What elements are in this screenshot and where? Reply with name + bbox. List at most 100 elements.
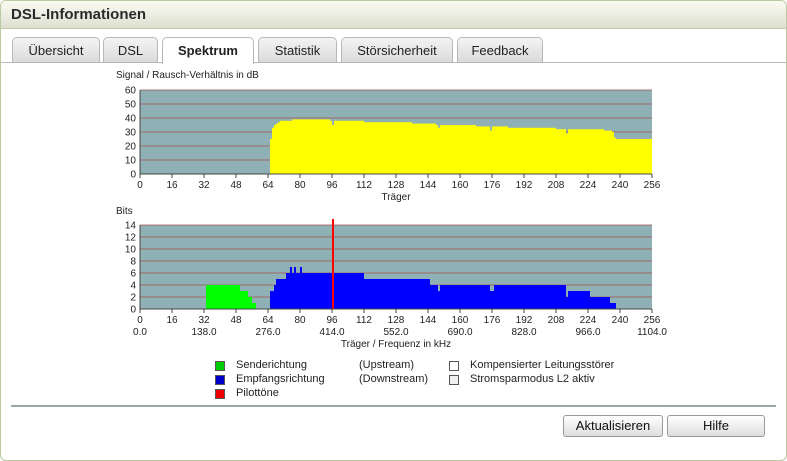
bits-downstream-bar	[368, 279, 370, 309]
bits-downstream-bar	[358, 273, 360, 309]
tab-feedback[interactable]: Feedback	[457, 37, 543, 62]
bits-downstream-bar	[300, 267, 302, 309]
tab-uebersicht[interactable]: Übersicht	[12, 37, 100, 62]
snr-bar	[568, 129, 570, 174]
snr-bar	[430, 123, 432, 174]
snr-bar	[642, 139, 644, 174]
bits-downstream-bar	[594, 297, 596, 309]
snr-bar	[318, 119, 320, 174]
tab-statistik[interactable]: Statistik	[258, 37, 337, 62]
bits-upstream-bar	[216, 285, 218, 309]
snr-bar	[596, 129, 598, 174]
bits-downstream-bar	[404, 279, 406, 309]
snr-bar	[370, 122, 372, 174]
bits-downstream-bar	[496, 285, 498, 309]
bits-x-tick-label: 160	[452, 315, 469, 326]
snr-bar	[548, 127, 550, 174]
bits-downstream-bar	[614, 303, 616, 309]
snr-bar	[484, 126, 486, 174]
bits-downstream-bar	[394, 279, 396, 309]
snr-bar	[332, 125, 334, 174]
bits-downstream-bar	[484, 285, 486, 309]
snr-bar	[482, 126, 484, 174]
bits-downstream-bar	[392, 279, 394, 309]
bits-downstream-bar	[306, 273, 308, 309]
snr-bar	[540, 127, 542, 174]
bits-downstream-bar	[572, 291, 574, 309]
bits-downstream-bar	[348, 273, 350, 309]
snr-x-tick-label: 96	[326, 180, 338, 191]
bits-downstream-bar	[338, 273, 340, 309]
snr-bar	[440, 125, 442, 174]
snr-bar	[328, 119, 330, 174]
tab-dsl[interactable]: DSL	[103, 37, 158, 62]
bits-downstream-bar	[528, 285, 530, 309]
bits-y-tick-label: 4	[130, 281, 136, 292]
bits-downstream-bar	[336, 273, 338, 309]
bits-downstream-bar	[524, 285, 526, 309]
refresh-button[interactable]: Aktualisieren	[563, 415, 663, 437]
snr-x-tick-label: 128	[388, 180, 405, 191]
bits-downstream-bar	[330, 273, 332, 309]
snr-y-tick-label: 30	[125, 128, 137, 139]
bits-x-tick-label: 128	[388, 315, 405, 326]
snr-bar	[270, 139, 272, 174]
snr-bar	[322, 119, 324, 174]
bits-downstream-bar	[436, 285, 438, 309]
bits-downstream-bar	[308, 273, 310, 309]
snr-bar	[302, 119, 304, 174]
snr-bar	[290, 120, 292, 174]
snr-bar	[316, 119, 318, 174]
bits-downstream-bar	[574, 291, 576, 309]
snr-x-tick-label: 160	[452, 180, 469, 191]
snr-x-tick-label: 224	[580, 180, 597, 191]
tab-spektrum[interactable]: Spektrum	[162, 37, 254, 64]
bits-downstream-bar	[298, 273, 300, 309]
snr-bar	[460, 125, 462, 174]
bits-downstream-bar	[276, 279, 278, 309]
bits-downstream-bar	[388, 279, 390, 309]
snr-bar	[346, 120, 348, 174]
bits-upstream-bar	[248, 297, 250, 309]
bits-downstream-bar	[464, 285, 466, 309]
bits-downstream-bar	[344, 273, 346, 309]
snr-bar	[526, 127, 528, 174]
snr-bar	[586, 129, 588, 174]
snr-bar	[632, 139, 634, 174]
snr-y-tick-label: 0	[130, 170, 136, 181]
tab-stoersicherheit[interactable]: Störsicherheit	[341, 37, 453, 62]
bits-downstream-bar	[396, 279, 398, 309]
bits-downstream-bar	[520, 285, 522, 309]
spectrum-charts: Signal / Rausch-Verhältnis in dB 0102030…	[116, 70, 667, 350]
snr-bar	[310, 119, 312, 174]
snr-bar	[286, 120, 288, 174]
bits-downstream-bar	[560, 285, 562, 309]
bits-downstream-bar	[384, 279, 386, 309]
bits-upstream-bar	[206, 285, 208, 309]
bits-downstream-bar	[322, 273, 324, 309]
bits-x-tick-label: 240	[612, 315, 629, 326]
snr-bar	[542, 127, 544, 174]
help-button[interactable]: Hilfe	[667, 415, 765, 437]
legend-downstream-swatch	[215, 375, 225, 385]
bits-downstream-bar	[378, 279, 380, 309]
bits-x-tick-label: 48	[230, 315, 242, 326]
bits-downstream-bar	[456, 285, 458, 309]
bits-downstream-bar	[406, 279, 408, 309]
snr-bar	[486, 126, 488, 174]
bits-downstream-bar	[508, 285, 510, 309]
bits-x-tick-label: 192	[516, 315, 533, 326]
bits-downstream-bar	[522, 285, 524, 309]
snr-bar	[556, 129, 558, 174]
snr-bar	[462, 125, 464, 174]
snr-x-tick-label: 256	[644, 180, 661, 191]
bits-upstream-bar	[250, 297, 252, 309]
bits-downstream-bar	[290, 267, 292, 309]
bits-downstream-bar	[482, 285, 484, 309]
bits-downstream-bar	[314, 273, 316, 309]
bits-downstream-bar	[540, 285, 542, 309]
bits-downstream-bar	[294, 267, 296, 309]
snr-bar	[550, 127, 552, 174]
bits-x-tick-label: 16	[166, 315, 178, 326]
snr-bar	[448, 125, 450, 174]
